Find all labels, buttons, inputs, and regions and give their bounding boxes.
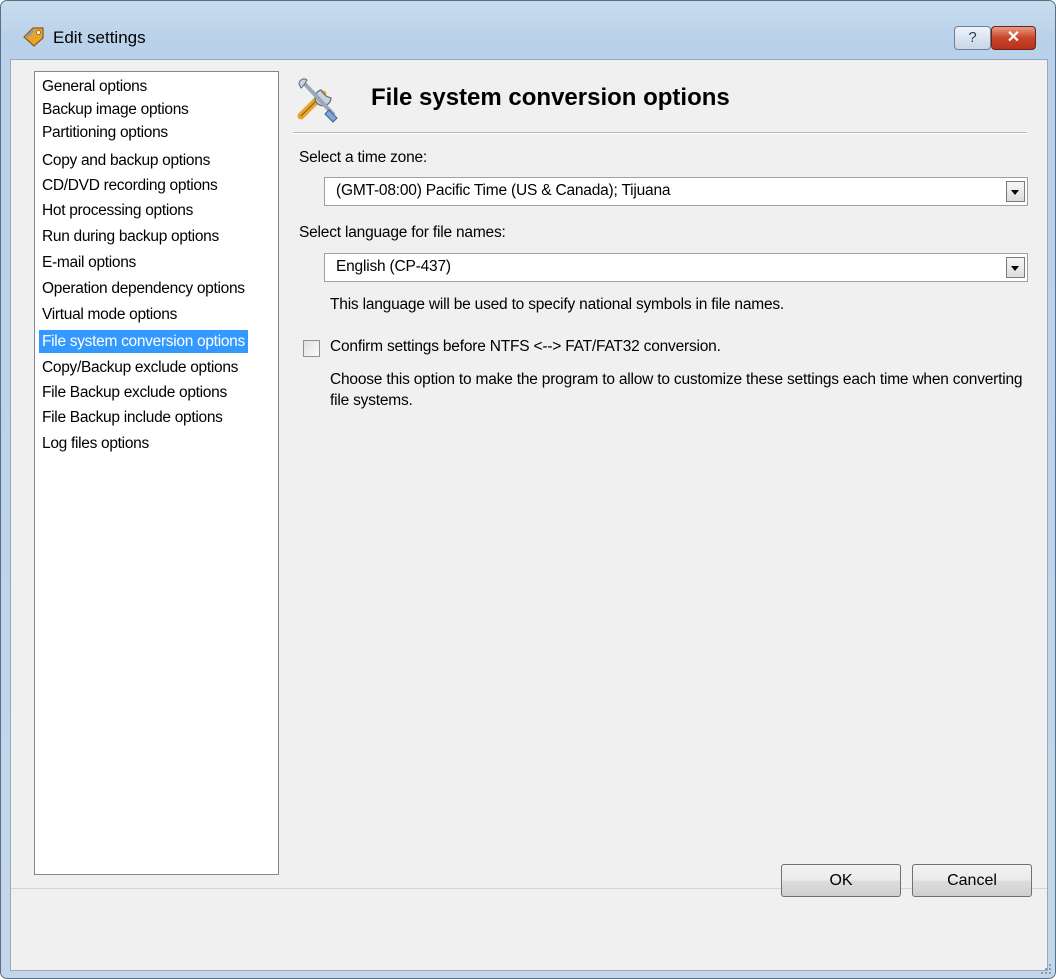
nav-item-file-backup-include-options[interactable]: File Backup include options xyxy=(39,406,226,429)
nav-item-file-backup-exclude-options[interactable]: File Backup exclude options xyxy=(39,381,230,404)
dialog-body: General options Backup image options Par… xyxy=(10,59,1048,971)
language-hint: This language will be used to specify na… xyxy=(330,296,785,313)
edit-settings-window: Edit settings ? ✕ General options Backup… xyxy=(0,0,1056,979)
nav-item-general-options[interactable]: General options xyxy=(39,75,150,98)
timezone-value: (GMT-08:00) Pacific Time (US & Canada); … xyxy=(336,182,671,199)
close-button[interactable]: ✕ xyxy=(991,26,1036,50)
confirm-conversion-checkbox[interactable] xyxy=(303,340,320,357)
chevron-down-icon[interactable] xyxy=(1006,181,1025,202)
nav-item-email-options[interactable]: E-mail options xyxy=(39,251,139,274)
tools-icon xyxy=(297,78,338,123)
nav-item-copy-backup-exclude-options[interactable]: Copy/Backup exclude options xyxy=(39,356,241,379)
language-label: Select language for file names: xyxy=(299,224,506,241)
app-icon xyxy=(23,27,44,47)
nav-item-virtual-mode-options[interactable]: Virtual mode options xyxy=(39,303,180,326)
nav-item-backup-image-options[interactable]: Backup image options xyxy=(39,98,192,121)
confirm-conversion-description: Choose this option to make the program t… xyxy=(330,371,1023,409)
ok-button[interactable]: OK xyxy=(781,864,901,897)
nav-item-hot-processing-options[interactable]: Hot processing options xyxy=(39,199,196,222)
nav-item-partitioning-options[interactable]: Partitioning options xyxy=(39,121,171,144)
panel-title: File system conversion options xyxy=(371,84,730,111)
timezone-select[interactable]: (GMT-08:00) Pacific Time (US & Canada); … xyxy=(324,177,1028,206)
language-value: English (CP-437) xyxy=(336,258,451,275)
language-select[interactable]: English (CP-437) xyxy=(324,253,1028,282)
timezone-label: Select a time zone: xyxy=(299,149,428,166)
chevron-down-icon[interactable] xyxy=(1006,257,1025,278)
nav-item-operation-dependency-options[interactable]: Operation dependency options xyxy=(39,277,248,300)
cancel-button[interactable]: Cancel xyxy=(912,864,1032,897)
nav-item-file-system-conversion-options[interactable]: File system conversion options xyxy=(39,330,248,353)
header-divider xyxy=(293,132,1027,134)
nav-item-cd-dvd-recording-options[interactable]: CD/DVD recording options xyxy=(39,174,220,197)
resize-grip-icon[interactable] xyxy=(1040,963,1052,975)
window-title: Edit settings xyxy=(53,28,146,47)
settings-category-list[interactable]: General options Backup image options Par… xyxy=(34,71,279,875)
nav-item-log-files-options[interactable]: Log files options xyxy=(39,432,152,455)
nav-item-copy-backup-options[interactable]: Copy and backup options xyxy=(39,149,213,172)
title-bar[interactable]: Edit settings ? ✕ xyxy=(1,1,1055,59)
confirm-conversion-label[interactable]: Confirm settings before NTFS <--> FAT/FA… xyxy=(330,338,721,356)
help-button[interactable]: ? xyxy=(954,26,991,50)
nav-item-run-during-backup-options[interactable]: Run during backup options xyxy=(39,225,222,248)
